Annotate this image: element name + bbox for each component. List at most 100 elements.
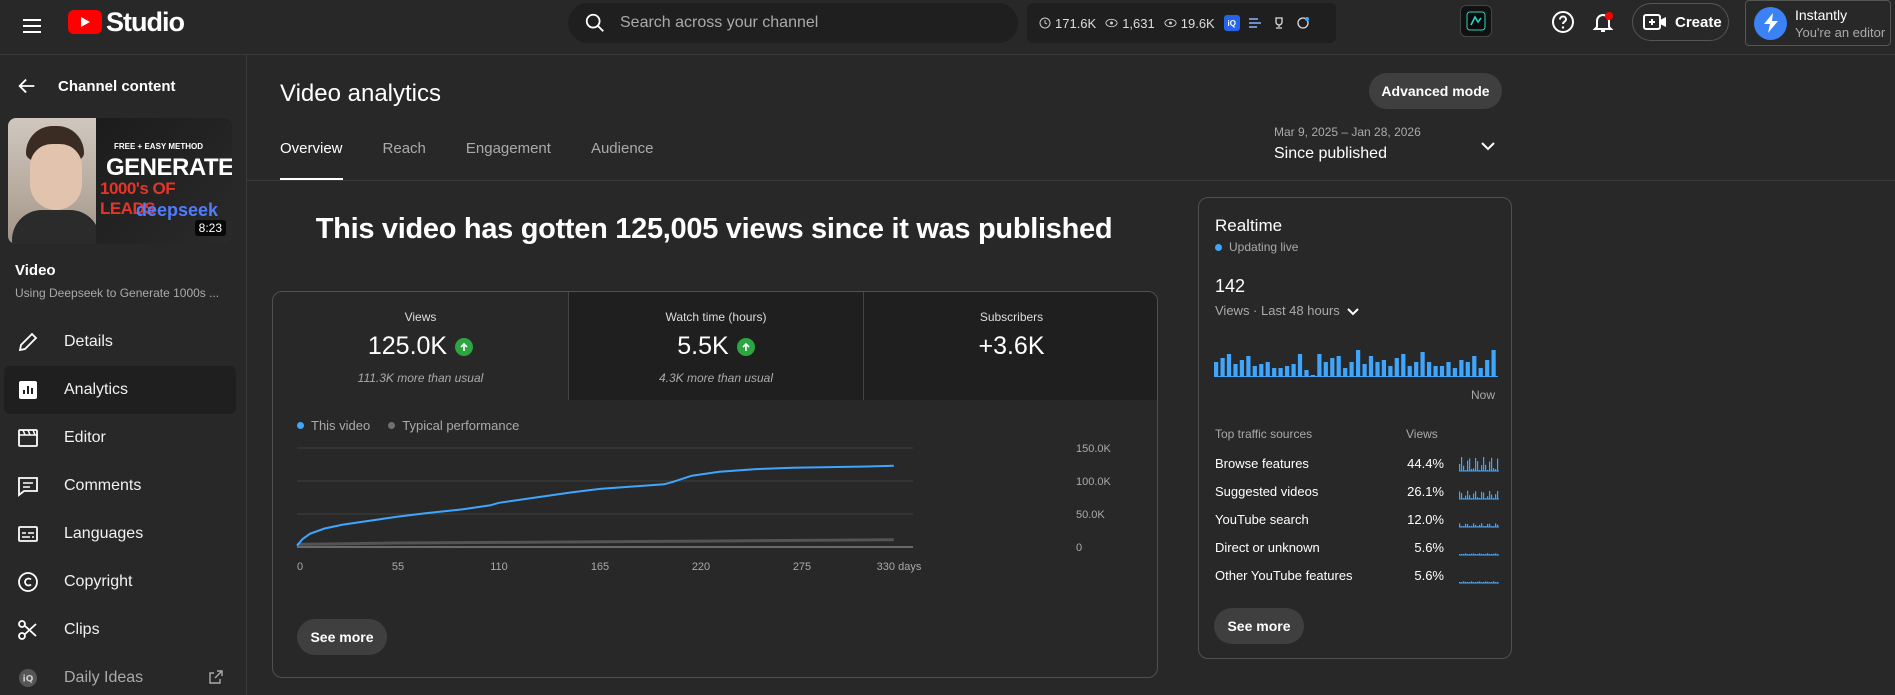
traffic-source-row[interactable]: YouTube search 12.0% xyxy=(1215,510,1499,530)
studio-logo[interactable]: Studio xyxy=(68,6,185,37)
back-to-channel-content[interactable]: Channel content xyxy=(16,75,176,97)
realtime-range-selector[interactable]: Views · Last 48 hours xyxy=(1215,303,1360,318)
realtime-bar xyxy=(1246,356,1251,376)
account-role: You're an editor xyxy=(1795,24,1886,40)
ext-stat-watch: 171.6K xyxy=(1039,16,1096,31)
traffic-source-pct: 44.4% xyxy=(1407,456,1444,471)
realtime-bar xyxy=(1272,368,1277,376)
avatar xyxy=(1754,6,1787,40)
traffic-source-pct: 5.6% xyxy=(1414,568,1444,583)
advanced-mode-button[interactable]: Advanced mode xyxy=(1369,73,1502,109)
realtime-bar xyxy=(1343,368,1348,376)
x-tick-label: 165 xyxy=(591,561,609,573)
tab-overview[interactable]: Overview xyxy=(280,140,343,180)
realtime-bar xyxy=(1239,360,1244,376)
tab-audience[interactable]: Audience xyxy=(591,140,654,180)
analytics-icon xyxy=(19,381,37,399)
pencil-icon xyxy=(18,332,38,352)
see-more-button[interactable]: See more xyxy=(297,619,387,655)
realtime-bar xyxy=(1304,370,1309,376)
traffic-source-row[interactable]: Other YouTube features 5.6% xyxy=(1215,566,1499,586)
notifications-bell-icon[interactable] xyxy=(1591,10,1615,34)
search-bar[interactable]: Search across your channel xyxy=(568,3,1018,43)
account-switcher[interactable]: Instantly You're an editor xyxy=(1745,0,1891,46)
sidebar-item-comments[interactable]: Comments xyxy=(4,462,236,510)
traffic-source-pct: 12.0% xyxy=(1407,512,1444,527)
traffic-source-name: Suggested videos xyxy=(1215,484,1319,499)
list-icon[interactable] xyxy=(1248,17,1262,29)
date-range-selector[interactable]: Mar 9, 2025 – Jan 28, 2026 Since publish… xyxy=(1274,125,1421,163)
realtime-bar xyxy=(1375,362,1380,376)
realtime-bar xyxy=(1452,368,1457,376)
page-title: Video analytics xyxy=(280,80,441,107)
metric-views[interactable]: Views 125.0K 111.3K more than usual xyxy=(273,292,568,400)
legend-typical: Typical performance xyxy=(388,418,519,433)
video-thumbnail[interactable]: FREE + EASY METHOD GENERATE 1000's OF LE… xyxy=(8,118,232,244)
extension-app-icon xyxy=(1466,11,1486,31)
date-range: Mar 9, 2025 – Jan 28, 2026 xyxy=(1274,125,1421,139)
x-tick-label: 220 xyxy=(692,561,710,573)
realtime-bar xyxy=(1233,364,1238,376)
chevron-down-icon xyxy=(1347,307,1359,315)
sidebar-item-clips[interactable]: Clips xyxy=(4,606,236,654)
search-input[interactable]: Search across your channel xyxy=(620,14,818,32)
realtime-bar xyxy=(1226,354,1232,376)
iq-badge-icon[interactable]: iQ xyxy=(1223,15,1240,31)
sidebar-item-editor[interactable]: Editor xyxy=(4,414,236,462)
traffic-source-row[interactable]: Suggested videos 26.1% xyxy=(1215,482,1499,502)
realtime-bar-chart xyxy=(1214,350,1498,377)
traffic-source-row[interactable]: Browse features 44.4% xyxy=(1215,454,1499,474)
realtime-card: Realtime Updating live 142 Views · Last … xyxy=(1198,197,1512,659)
tab-engagement[interactable]: Engagement xyxy=(466,140,551,180)
external-link-icon xyxy=(209,670,223,684)
realtime-bar xyxy=(1439,366,1445,376)
metric-watch-time[interactable]: Watch time (hours) 5.5K 4.3K more than u… xyxy=(568,292,863,400)
x-tick-label: 110 xyxy=(490,561,508,573)
clock-icon xyxy=(1039,17,1051,29)
trend-up-icon xyxy=(455,337,474,356)
eye-icon xyxy=(1164,18,1177,28)
realtime-bar xyxy=(1323,362,1328,376)
chat-bubble-icon[interactable] xyxy=(1296,16,1310,30)
realtime-bar xyxy=(1491,350,1496,376)
traffic-source-pct: 5.6% xyxy=(1414,540,1444,555)
realtime-bar xyxy=(1220,358,1225,376)
realtime-count: 142 xyxy=(1215,276,1246,296)
video-duration: 8:23 xyxy=(194,220,226,236)
chevron-down-icon[interactable] xyxy=(1478,136,1498,156)
arrow-back-icon xyxy=(18,78,35,94)
realtime-bar xyxy=(1388,366,1393,376)
create-button[interactable]: Create xyxy=(1632,3,1729,41)
realtime-bar xyxy=(1317,354,1322,376)
realtime-status: Updating live xyxy=(1215,240,1298,254)
sidebar-item-details[interactable]: Details xyxy=(4,318,236,366)
logo-text: Studio xyxy=(106,6,185,37)
menu-icon[interactable] xyxy=(20,14,44,38)
legend-this-video: This video xyxy=(297,418,370,433)
sidebar-item-analytics[interactable]: Analytics xyxy=(4,366,236,414)
metric-subscribers[interactable]: Subscribers +3.6K xyxy=(863,292,1157,400)
thumbnail-face-image xyxy=(8,118,103,244)
app-icon[interactable] xyxy=(1460,5,1492,37)
realtime-bar xyxy=(1356,350,1361,376)
realtime-bar xyxy=(1478,368,1483,376)
svg-text:iQ: iQ xyxy=(23,675,34,685)
chart-legend: This video Typical performance xyxy=(297,418,537,433)
trophy-icon[interactable] xyxy=(1272,16,1286,30)
traffic-sparkline xyxy=(1459,457,1499,472)
sidebar-item-daily-ideas[interactable]: iQ Daily Ideas xyxy=(4,654,236,695)
overview-card: Views 125.0K 111.3K more than usual Watc… xyxy=(272,291,1158,678)
tab-reach[interactable]: Reach xyxy=(383,140,426,180)
traffic-sparkline xyxy=(1459,553,1499,556)
series-line-this-video xyxy=(296,464,894,547)
realtime-see-more-button[interactable]: See more xyxy=(1214,608,1304,644)
traffic-source-row[interactable]: Direct or unknown 5.6% xyxy=(1215,538,1499,558)
top-bar: Studio Search across your channel 171.6K… xyxy=(0,0,1895,55)
realtime-bar xyxy=(1381,360,1386,376)
traffic-source-name: Direct or unknown xyxy=(1215,540,1320,555)
y-tick-label: 150.0K xyxy=(1076,443,1112,455)
help-icon[interactable] xyxy=(1551,10,1575,34)
sidebar-item-copyright[interactable]: Copyright xyxy=(4,558,236,606)
realtime-bar xyxy=(1330,358,1335,376)
sidebar-item-languages[interactable]: Languages xyxy=(4,510,236,558)
